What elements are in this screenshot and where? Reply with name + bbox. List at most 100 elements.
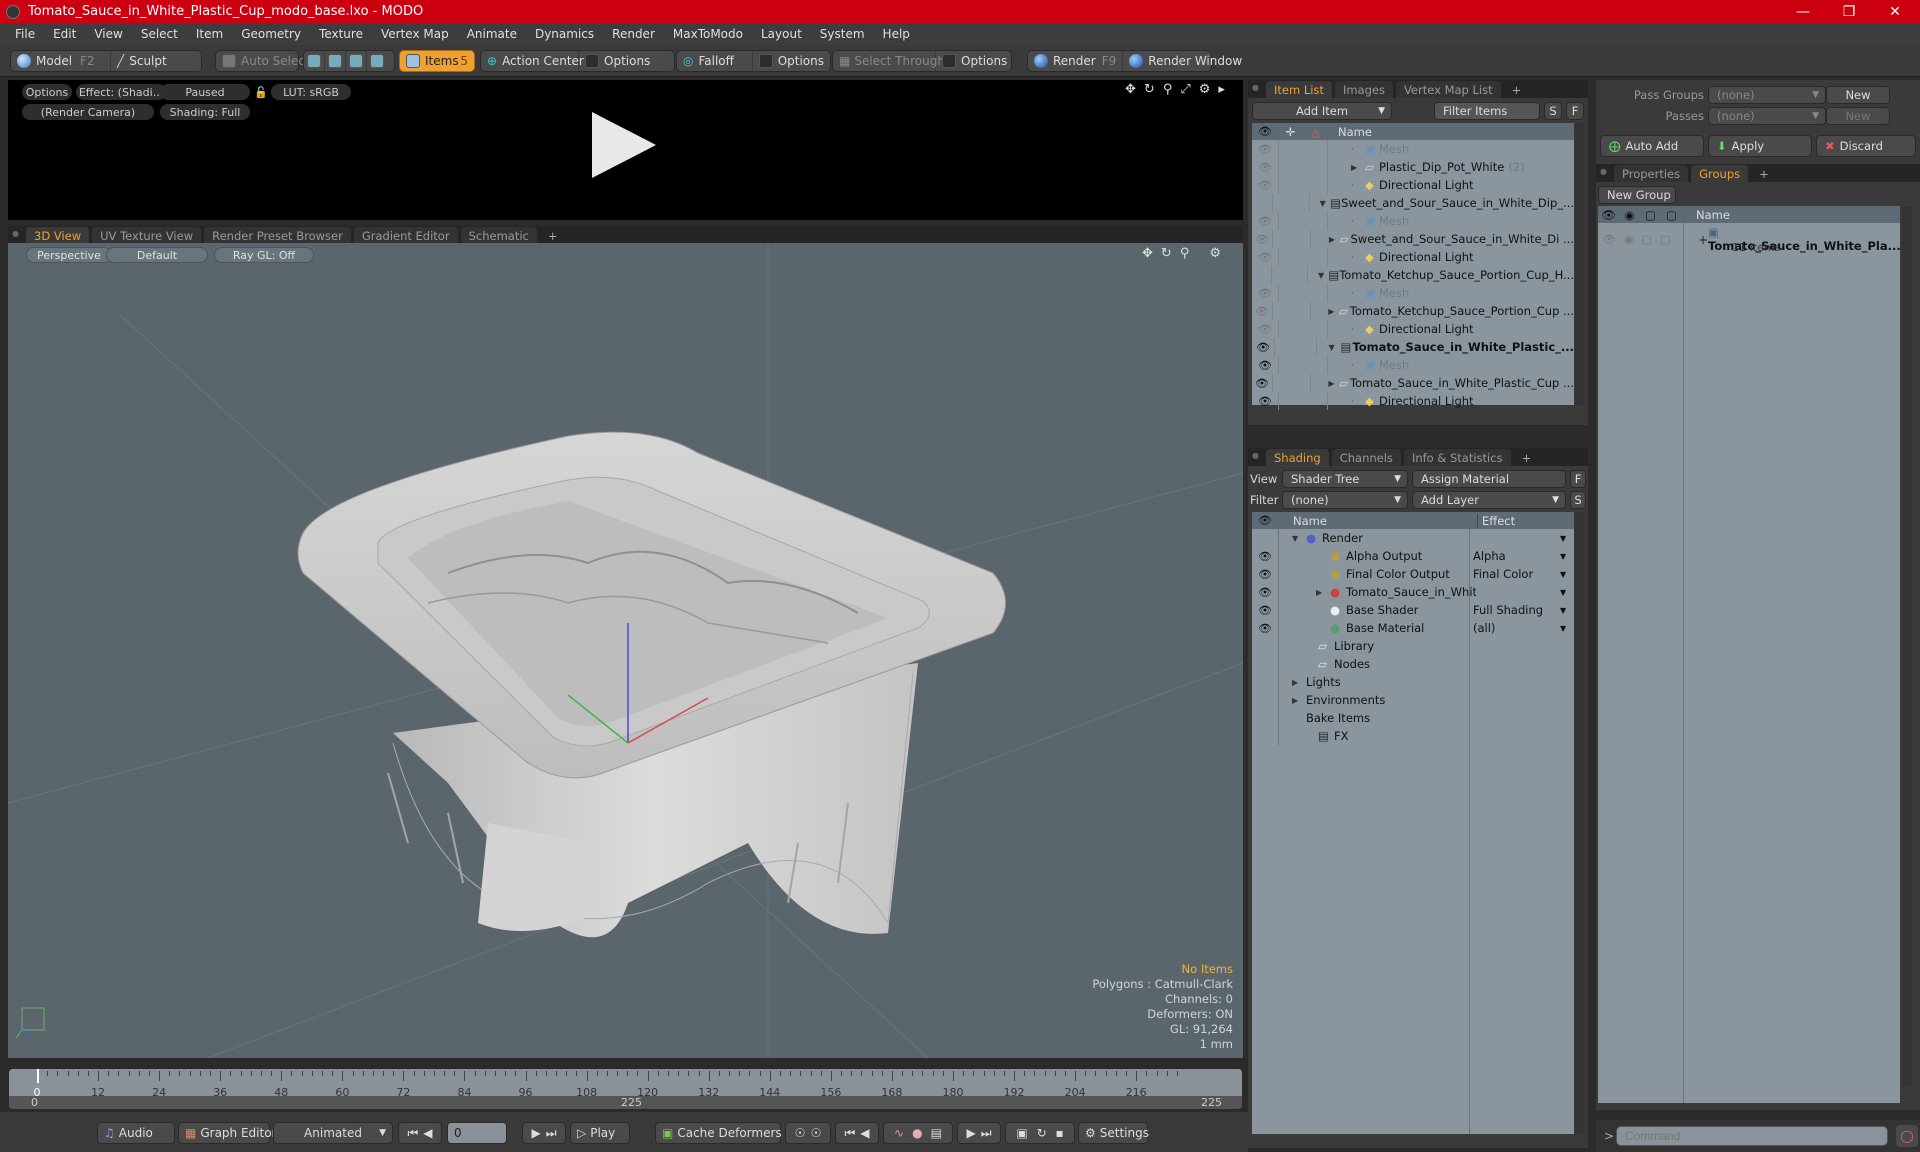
menu-layout[interactable]: Layout <box>752 27 811 41</box>
f-button[interactable]: F <box>1570 470 1586 488</box>
next-key-icon[interactable]: ⏭ <box>981 1126 992 1141</box>
panel-menu-icon[interactable]: ● <box>1600 167 1607 176</box>
expand-down-icon[interactable]: ▼ <box>1318 271 1328 280</box>
item-list-row[interactable]: 👁 ▼ ▤ Tomato_Sauce_in_White_Plastic_... <box>1252 338 1574 356</box>
shading-dropdown[interactable]: Shading: Full <box>160 104 250 120</box>
tab-schematic[interactable]: Schematic <box>460 227 537 244</box>
chevron-down-icon[interactable]: ▼ <box>1560 534 1566 543</box>
effect-dropdown[interactable]: Alpha <box>1473 549 1571 563</box>
select-through-button[interactable]: ▦ Select Through <box>833 51 945 71</box>
visibility-eye-icon[interactable]: 👁 <box>1252 550 1278 563</box>
cube-key-icon[interactable]: ▣ <box>1016 1126 1027 1140</box>
square-icon[interactable]: ▪ <box>1055 1126 1063 1140</box>
menu-system[interactable]: System <box>811 27 874 41</box>
step-forward-icon[interactable]: ▶ <box>531 1126 540 1140</box>
menu-file[interactable]: File <box>6 27 44 41</box>
shader-tree-row[interactable]: ▼ ● Render ▼ <box>1252 529 1574 547</box>
add-tab-button[interactable]: + <box>540 227 566 244</box>
group-row-toggles[interactable]: 👁 ◉ ▢ ▢ <box>1602 233 1670 246</box>
visibility-eye-icon[interactable]: 👁 <box>1252 179 1278 192</box>
item-list-row[interactable]: 👁 · ▣ Mesh <box>1252 284 1574 302</box>
expand-right-icon[interactable]: ▶ <box>1316 588 1330 597</box>
s-button[interactable]: S <box>1570 491 1586 509</box>
select-polygons-button[interactable] <box>346 51 367 71</box>
preview-paused-button[interactable]: Paused <box>160 84 250 100</box>
new-pass-group-button[interactable]: New <box>1826 86 1890 104</box>
item-list-row[interactable]: 👁 ▶ ▱ Sweet_and_Sour_Sauce_in_White_Di ... <box>1252 230 1574 248</box>
chevron-down-icon[interactable]: ▼ <box>1560 552 1566 561</box>
visibility-eye-icon[interactable]: 👁 <box>1252 622 1278 635</box>
menu-view[interactable]: View <box>85 27 131 41</box>
menu-edit[interactable]: Edit <box>44 27 85 41</box>
menu-animate[interactable]: Animate <box>458 27 526 41</box>
playhead[interactable] <box>37 1069 39 1083</box>
render-camera-dropdown[interactable]: (Render Camera) <box>22 104 154 120</box>
animated-dropdown[interactable]: Animated ▼ <box>273 1122 393 1144</box>
shader-tree-row[interactable]: 👁 ● Base Material (all) ▼ <box>1252 619 1574 637</box>
auto-add-button[interactable]: ⨁ Auto Add <box>1600 135 1704 157</box>
visibility-eye-icon[interactable]: 👁 <box>1252 287 1278 300</box>
effect-dropdown[interactable]: Final Color <box>1473 567 1571 581</box>
tab-gradient-editor[interactable]: Gradient Editor <box>353 227 458 244</box>
menu-maxtomodo[interactable]: MaxToModo <box>664 27 752 41</box>
render-button[interactable]: Render F9 <box>1028 51 1124 71</box>
record-icon[interactable]: ● <box>912 1126 922 1140</box>
shader-tree-row[interactable]: ▤ FX <box>1252 727 1574 745</box>
auto-key-icon[interactable]: ▤ <box>931 1126 942 1140</box>
visibility-eye-icon[interactable]: 👁 <box>1252 323 1278 336</box>
cache-deformers-button[interactable]: ▣ Cache Deformers <box>655 1122 782 1144</box>
menu-vertex-map[interactable]: Vertex Map <box>372 27 458 41</box>
menu-geometry[interactable]: Geometry <box>232 27 310 41</box>
play-button[interactable]: ▷ Play <box>570 1122 630 1144</box>
tab-uv-texture-view[interactable]: UV Texture View <box>92 227 202 244</box>
visibility-eye-icon[interactable]: 👁 <box>1252 586 1278 599</box>
visibility-eye-icon[interactable]: 👁 <box>1252 215 1278 228</box>
menu-texture[interactable]: Texture <box>310 27 372 41</box>
menu-item[interactable]: Item <box>187 27 232 41</box>
select-edges-button[interactable] <box>325 51 346 71</box>
item-list-row[interactable]: 👁 · ▣ Mesh <box>1252 140 1574 158</box>
expand-right-icon[interactable]: ▶ <box>1328 379 1339 388</box>
visibility-eye-icon[interactable]: 👁 <box>1252 341 1274 354</box>
shader-tree-row[interactable]: ▶ Environments <box>1252 691 1574 709</box>
tab-groups[interactable]: Groups <box>1691 165 1749 182</box>
groups-scrollbar[interactable] <box>1902 206 1912 1086</box>
chevron-down-icon[interactable]: ▼ <box>1560 570 1566 579</box>
maximize-icon[interactable]: ⤢ <box>1180 82 1190 97</box>
panel-menu-icon[interactable]: ● <box>1252 451 1259 460</box>
select-through-options-button[interactable]: Options <box>936 51 1013 71</box>
action-center-button[interactable]: ⊕ Action Center <box>481 51 584 71</box>
close-button[interactable]: ✕ <box>1872 0 1918 23</box>
menu-dynamics[interactable]: Dynamics <box>526 27 603 41</box>
visibility-eye-icon[interactable]: 👁 <box>1252 377 1272 390</box>
play-render-icon[interactable] <box>592 112 656 178</box>
tab-channels[interactable]: Channels <box>1331 449 1401 466</box>
panel-menu-icon[interactable]: ● <box>12 229 19 238</box>
visibility-eye-icon[interactable]: 👁 <box>1252 395 1278 408</box>
restore-button[interactable]: ❐ <box>1826 0 1872 23</box>
item-list-row[interactable]: 👁 · ◆ Directional Light <box>1252 248 1574 266</box>
item-list-row[interactable]: 👁 ▶ ▱ Plastic_Dip_Pot_White (2) <box>1252 158 1574 176</box>
chevron-down-icon[interactable]: ▼ <box>1560 606 1566 615</box>
tab-shading[interactable]: Shading <box>1266 449 1329 466</box>
expand-right-icon[interactable]: ▶ <box>1292 678 1306 687</box>
arrow-right-icon[interactable]: ▸ <box>1218 82 1225 97</box>
item-list-row[interactable]: 👁 · ▣ Mesh <box>1252 356 1574 374</box>
menu-render[interactable]: Render <box>603 27 664 41</box>
shader-tree-row[interactable]: 👁 ▣ Alpha Output Alpha ▼ <box>1252 547 1574 565</box>
menu-select[interactable]: Select <box>132 27 187 41</box>
frame-input[interactable]: 0 <box>447 1122 507 1144</box>
audio-button[interactable]: ♫ Audio <box>97 1122 175 1144</box>
tab-images[interactable]: Images <box>1334 81 1393 98</box>
timeline-ruler[interactable]: 0 12 24 36 48 60 72 84 96 108 120 132 144 156 168 180 19… <box>9 1069 1242 1099</box>
select-materials-button[interactable] <box>367 51 387 71</box>
zoom-icon[interactable]: ⚲ <box>1163 82 1173 97</box>
new-pass-button[interactable]: New <box>1826 107 1890 125</box>
new-group-button[interactable]: New Group <box>1598 186 1676 204</box>
rotate-icon[interactable]: ↻ <box>1144 82 1155 97</box>
visibility-eye-icon[interactable]: 👁 <box>1252 233 1272 246</box>
settings-button[interactable]: ⚙ Settings <box>1078 1122 1149 1144</box>
shader-tree-row[interactable]: ▶ Lights <box>1252 673 1574 691</box>
go-to-start-icon[interactable]: ⏮ <box>407 1126 418 1141</box>
falloff-button[interactable]: ◎ Falloff <box>677 51 753 71</box>
